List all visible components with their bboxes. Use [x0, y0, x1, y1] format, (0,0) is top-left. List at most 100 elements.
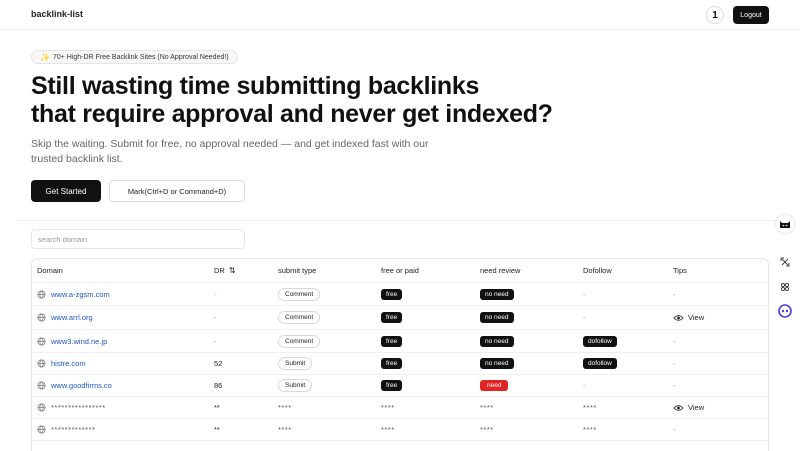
need-review-cell: **** — [480, 397, 494, 418]
dr-cell: ** — [214, 419, 220, 440]
domain-link[interactable]: histre.com — [51, 359, 86, 368]
column-header-dr-label: DR — [214, 266, 225, 275]
sort-icon[interactable]: ⇅ — [229, 266, 236, 275]
table-header-row: Domain DR ⇅ submit type free or paid nee… — [32, 259, 768, 283]
table-row: **************** ** **** **** **** **** View — [32, 397, 768, 419]
globe-icon — [37, 290, 46, 298]
logout-button[interactable]: Logout — [733, 6, 769, 24]
robot-icon[interactable] — [776, 302, 794, 320]
brand-logo-text[interactable]: backlink-list — [31, 9, 83, 19]
need-review-cell: no need — [480, 283, 514, 305]
domain-link: **************** — [51, 403, 106, 412]
need-review-cell: no need — [480, 306, 514, 329]
domain-link[interactable]: www.goodfirms.co — [51, 381, 112, 390]
submit-type-cell: Comment — [278, 283, 321, 305]
dofollow-empty: - — [583, 289, 586, 299]
no-need-review-badge: no need — [480, 335, 514, 347]
dofollow-badge: dofollow — [583, 335, 617, 347]
dofollow-cell: - — [583, 283, 586, 305]
tips-empty: - — [673, 289, 676, 299]
feature-badge: ✨ 70+ High-DR Free Backlink Sites (No Ap… — [31, 50, 238, 64]
domain-link[interactable]: www.arrl.org — [51, 313, 93, 322]
submit-type-cell: Submit — [278, 353, 313, 374]
table-row: ************* ** **** **** **** **** - — [32, 419, 768, 441]
backlink-table: Domain DR ⇅ submit type free or paid nee… — [31, 258, 769, 451]
page-title: Still wasting time submitting backlinks … — [31, 72, 591, 128]
view-tip-label: View — [688, 403, 705, 412]
tips-empty: - — [673, 425, 676, 434]
tips-cell: - — [673, 330, 676, 352]
domain-cell: ************* — [37, 419, 95, 440]
table-row: www.a-zgsm.com - Comment free no need - - — [32, 283, 768, 306]
view-tip-button[interactable]: View — [673, 403, 704, 412]
globe-icon — [37, 313, 46, 322]
free-or-paid-cell: free — [381, 375, 403, 396]
need-review-cell: no need — [480, 353, 514, 374]
column-header-dr[interactable]: DR ⇅ — [214, 259, 236, 282]
submit-type-cell: **** — [278, 419, 292, 440]
dofollow-badge: dofollow — [583, 358, 617, 369]
tips-empty: - — [673, 359, 676, 368]
link-icon[interactable] — [776, 278, 794, 296]
need-review-masked: **** — [480, 403, 494, 412]
submit-type-cell: Comment — [278, 306, 321, 329]
need-review-cell: no need — [480, 330, 514, 352]
dofollow-cell: - — [583, 306, 586, 329]
bookmark-button[interactable]: Mark(Ctrl+D or Command+D) — [109, 180, 245, 202]
tips-cell: - — [673, 375, 676, 396]
free-badge: free — [381, 288, 403, 300]
free-or-paid-cell: free — [381, 283, 403, 305]
dr-value: ** — [214, 403, 220, 412]
dofollow-cell: - — [583, 375, 586, 396]
dofollow-cell: dofollow — [583, 330, 617, 352]
feature-badge-text: 70+ High-DR Free Backlink Sites (No Appr… — [52, 53, 229, 61]
submit-type-badge: Submit — [278, 379, 313, 392]
page-title-line-2: that require approval and never get inde… — [31, 100, 553, 128]
column-header-submit-type: submit type — [278, 266, 317, 275]
free-or-paid-cell: **** — [381, 419, 395, 440]
globe-icon — [37, 337, 46, 345]
dr-value: ** — [214, 425, 220, 434]
globe-icon — [37, 403, 46, 412]
table-row: www.goodfirms.co 86 Submit free need - - — [32, 375, 768, 397]
no-need-review-badge: no need — [480, 288, 514, 300]
user-avatar[interactable]: 1 — [706, 6, 724, 24]
view-tip-button[interactable]: View — [673, 313, 704, 322]
dr-cell: - — [214, 306, 217, 329]
dr-cell: - — [214, 330, 217, 352]
submit-type-badge: Comment — [278, 334, 321, 348]
page-title-line-1: Still wasting time submitting backlinks — [31, 72, 480, 100]
domain-cell: histre.com — [37, 353, 86, 374]
crop-icon[interactable] — [776, 253, 794, 271]
submit-type-badge: Comment — [278, 287, 321, 301]
submit-type-cell: **** — [278, 397, 292, 418]
dr-value: 52 — [214, 359, 223, 368]
no-need-review-badge: no need — [480, 358, 514, 369]
section-divider — [17, 220, 783, 221]
dofollow-masked: **** — [583, 425, 597, 434]
column-header-free-or-paid: free or paid — [381, 266, 419, 275]
get-started-button[interactable]: Get Started — [31, 180, 101, 202]
column-header-domain: Domain — [37, 266, 63, 275]
tips-cell: - — [673, 419, 676, 440]
submit-type-cell: Submit — [278, 375, 313, 396]
cat-icon[interactable] — [776, 215, 794, 233]
domain-link[interactable]: www3.wind.ne.jp — [51, 337, 107, 346]
submit-type-cell: Comment — [278, 330, 321, 352]
globe-icon — [37, 381, 46, 390]
column-header-tips: Tips — [673, 266, 687, 275]
dofollow-masked: **** — [583, 403, 597, 412]
submit-type-badge: Submit — [278, 357, 313, 370]
dr-cell: ** — [214, 397, 220, 418]
search-domain-input[interactable] — [31, 229, 245, 249]
tips-empty: - — [673, 336, 676, 346]
domain-cell: www.a-zgsm.com — [37, 283, 110, 305]
column-header-need-review: need review — [480, 266, 521, 275]
tips-cell: View — [673, 397, 704, 418]
need-review-cell: need — [480, 375, 509, 396]
eye-icon — [673, 314, 684, 321]
globe-icon — [37, 359, 46, 368]
column-header-dofollow: Dofollow — [583, 266, 612, 275]
subtitle-line-2: trusted backlink list. — [31, 153, 123, 165]
domain-link[interactable]: www.a-zgsm.com — [51, 290, 110, 299]
